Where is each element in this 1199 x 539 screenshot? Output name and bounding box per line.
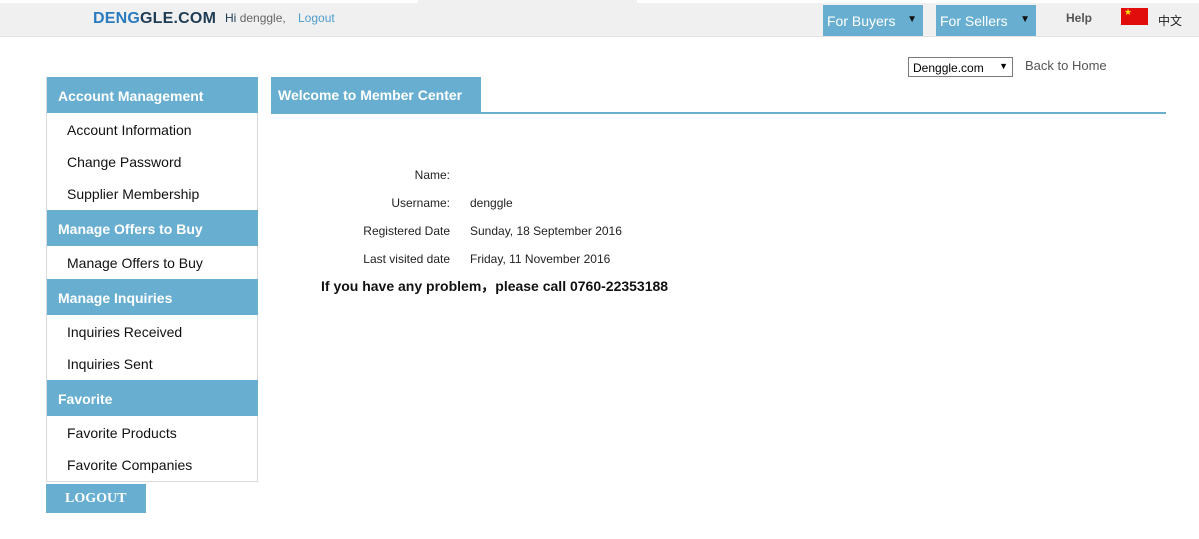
- logo-part-1: DENG: [93, 10, 141, 27]
- sidebar-item-change-password[interactable]: Change Password: [67, 154, 181, 170]
- flag-star-icon: ★: [1124, 7, 1133, 17]
- field-value-last-visited: Friday, 11 November 2016: [470, 252, 611, 266]
- logout-link[interactable]: Logout: [298, 11, 335, 25]
- tab-title: Welcome to Member Center: [278, 87, 463, 103]
- top-bar-edge: [0, 0, 418, 3]
- site-select-value: Denggle.com: [913, 61, 984, 75]
- sidebar-item-inquiries-received[interactable]: Inquiries Received: [67, 324, 182, 340]
- logout-button-label: LOGOUT: [65, 491, 127, 506]
- section-title: Favorite: [58, 391, 113, 407]
- section-title: Account Management: [58, 88, 204, 104]
- top-bar-edge: [637, 0, 1199, 3]
- field-label-last-visited: Last visited date: [363, 252, 450, 266]
- field-label-name: Name:: [414, 168, 450, 182]
- section-title: Manage Offers to Buy: [58, 221, 203, 237]
- for-buyers-label: For Buyers: [827, 13, 896, 29]
- field-label-registered-date: Registered Date: [363, 224, 450, 238]
- logo-part-2: GLE.COM: [140, 10, 217, 27]
- sidebar-item-supplier-membership[interactable]: Supplier Membership: [67, 186, 199, 202]
- section-title: Manage Inquiries: [58, 290, 173, 306]
- sidebar-item-account-information[interactable]: Account Information: [67, 122, 192, 138]
- site-logo[interactable]: DENGGLE.COM: [93, 10, 216, 28]
- back-to-home-link[interactable]: Back to Home: [1025, 58, 1107, 73]
- sidebar-item-manage-offers-to-buy[interactable]: Manage Offers to Buy: [67, 255, 203, 271]
- section-favorite[interactable]: Favorite: [47, 380, 258, 416]
- support-notice: If you have any problem，please call 0760…: [321, 278, 669, 294]
- top-bar: DENGGLE.COM Hi denggle, Logout For Buyer…: [0, 0, 1199, 37]
- for-buyers-dropdown[interactable]: For Buyers ▼: [823, 5, 923, 36]
- sidebar: Account Management Account Information C…: [46, 77, 258, 482]
- tab-divider: [271, 112, 1166, 114]
- sidebar-item-inquiries-sent[interactable]: Inquiries Sent: [67, 356, 153, 372]
- greeting-hi: Hi: [225, 11, 237, 25]
- field-label-username: Username:: [391, 196, 450, 210]
- sidebar-item-favorite-products[interactable]: Favorite Products: [67, 425, 177, 441]
- china-flag-icon[interactable]: ★: [1121, 8, 1148, 25]
- language-switch[interactable]: 中文: [1158, 12, 1182, 29]
- sidebar-item-favorite-companies[interactable]: Favorite Companies: [67, 457, 192, 473]
- greeting-username: denggle,: [239, 11, 286, 25]
- logout-button[interactable]: LOGOUT: [46, 484, 146, 513]
- for-sellers-label: For Sellers: [940, 13, 1008, 29]
- section-manage-inquiries[interactable]: Manage Inquiries: [47, 279, 258, 315]
- section-account-management[interactable]: Account Management: [47, 77, 258, 113]
- tab-welcome[interactable]: Welcome to Member Center: [271, 77, 481, 112]
- field-value-registered-date: Sunday, 18 September 2016: [470, 224, 622, 238]
- chevron-down-icon: ▼: [907, 14, 917, 25]
- section-manage-offers[interactable]: Manage Offers to Buy: [47, 210, 258, 246]
- chevron-down-icon: ▼: [1020, 14, 1030, 25]
- chevron-down-icon: ▼: [999, 61, 1008, 71]
- field-value-username: denggle: [470, 196, 513, 210]
- for-sellers-dropdown[interactable]: For Sellers ▼: [936, 5, 1036, 36]
- greeting: Hi denggle,: [225, 11, 286, 25]
- help-link[interactable]: Help: [1066, 11, 1092, 25]
- site-select[interactable]: Denggle.com ▼: [908, 57, 1013, 77]
